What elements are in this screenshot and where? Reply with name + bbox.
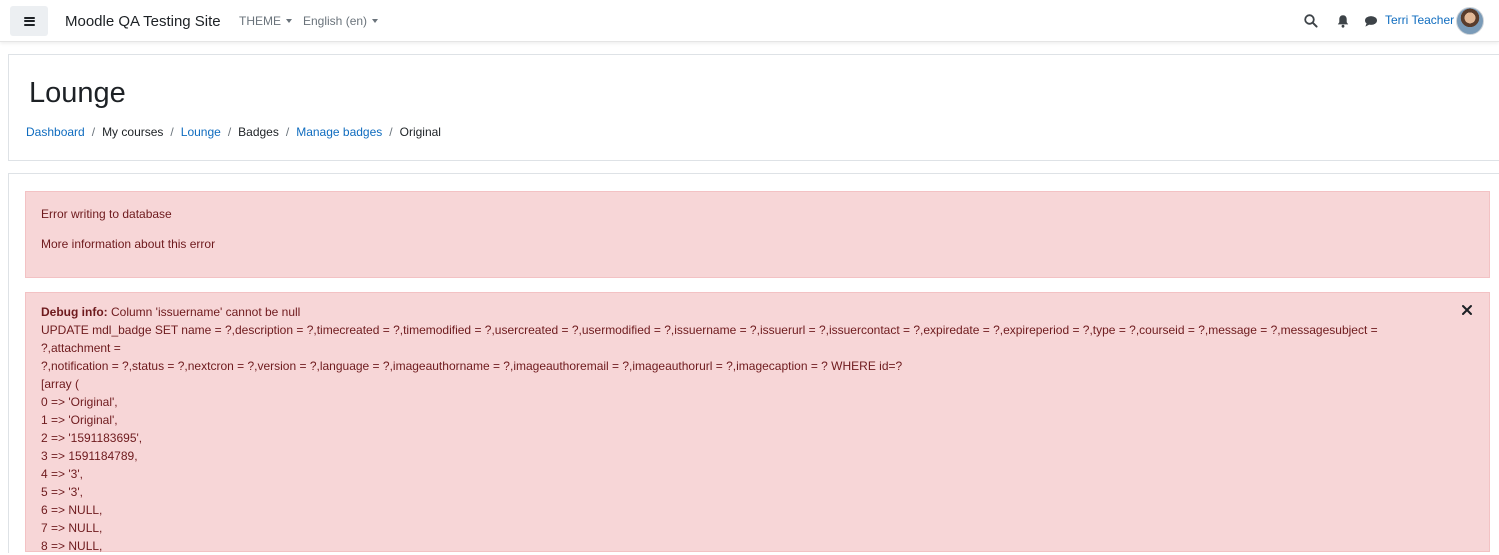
breadcrumb: Dashboard / My courses / Lounge / Badges… — [26, 125, 441, 139]
debug-param-line: 0 => 'Original', — [41, 395, 118, 409]
debug-sql-line: ?,notification = ?,status = ?,nextcron =… — [41, 359, 903, 373]
debug-heading: Debug info: Column 'issuername' cannot b… — [41, 303, 1446, 321]
breadcrumb-separator: / — [170, 125, 174, 139]
language-menu[interactable]: English (en) — [303, 14, 379, 28]
debug-param-line: 6 => NULL, — [41, 503, 103, 517]
breadcrumb-badges: Badges — [238, 125, 279, 139]
debug-param-line: 1 => 'Original', — [41, 413, 118, 427]
debug-alert: Debug info: Column 'issuername' cannot b… — [25, 292, 1490, 555]
avatar[interactable] — [1456, 7, 1484, 35]
language-menu-label: English (en) — [303, 14, 368, 28]
debug-param-line: 2 => '1591183695', — [41, 431, 143, 445]
page-header: Lounge Dashboard / My courses / Lounge /… — [8, 54, 1499, 161]
debug-label: Debug info: — [41, 305, 108, 319]
breadcrumb-separator: / — [389, 125, 393, 139]
debug-array-open: [array ( — [41, 377, 80, 391]
chevron-down-icon — [372, 18, 379, 23]
top-navbar: Moodle QA Testing Site THEME English (en… — [0, 0, 1499, 42]
close-icon[interactable] — [1460, 303, 1474, 317]
site-name-link[interactable]: Moodle QA Testing Site — [65, 13, 221, 30]
page-title: Lounge — [29, 77, 126, 109]
chevron-down-icon — [286, 18, 292, 23]
breadcrumb-my-courses: My courses — [102, 125, 164, 139]
debug-param-line: 5 => '3', — [41, 485, 83, 499]
search-icon[interactable] — [1303, 13, 1319, 29]
drawer-toggle-button[interactable] — [10, 6, 48, 36]
hamburger-icon — [23, 16, 35, 26]
chat-icon[interactable] — [1363, 13, 1379, 29]
breadcrumb-lounge[interactable]: Lounge — [181, 125, 221, 139]
theme-menu[interactable]: THEME — [239, 14, 292, 28]
debug-param-line: 8 => NULL, — [41, 539, 103, 553]
error-message: Error writing to database — [41, 207, 172, 221]
breadcrumb-separator: / — [285, 125, 290, 139]
debug-info-body: Debug info: Column 'issuername' cannot b… — [41, 303, 1446, 555]
debug-param-line: 3 => 1591184789, — [41, 449, 138, 463]
debug-param-line: 7 => NULL, — [41, 521, 103, 535]
breadcrumb-separator: / — [227, 125, 232, 139]
bell-icon[interactable] — [1335, 13, 1351, 29]
breadcrumb-dashboard[interactable]: Dashboard — [26, 125, 85, 139]
breadcrumb-original: Original — [399, 125, 441, 139]
user-menu-name[interactable]: Terri Teacher — [1385, 13, 1454, 27]
more-info-link[interactable]: More information about this error — [41, 237, 215, 251]
debug-param-line: 4 => '3', — [41, 467, 83, 481]
breadcrumb-manage-badges[interactable]: Manage badges — [296, 125, 382, 139]
debug-message: Column 'issuername' cannot be null — [107, 305, 301, 319]
breadcrumb-separator: / — [91, 125, 96, 139]
error-alert: Error writing to database More informati… — [25, 191, 1490, 278]
theme-menu-label: THEME — [239, 14, 281, 28]
debug-sql-line: UPDATE mdl_badge SET name = ?,descriptio… — [41, 323, 1378, 355]
